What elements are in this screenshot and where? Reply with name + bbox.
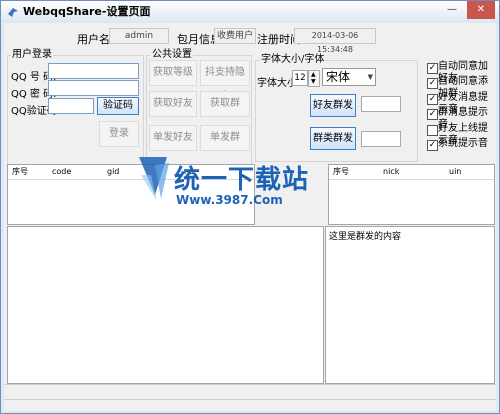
package-field: 收费用户 (214, 28, 256, 44)
column-header-index: 序号 (12, 167, 28, 176)
group-broadcast-input[interactable] (361, 131, 401, 147)
checkbox[interactable]: ✓ (427, 78, 438, 89)
main-window: WebqqShare-设置页面 — ✕ 用户名: admin 包月信息: 收费用… (0, 0, 500, 414)
font-size-spinner[interactable]: ▲ ▼ (308, 70, 320, 87)
status-bar (4, 384, 496, 399)
title-bar[interactable]: WebqqShare-设置页面 — ✕ (1, 1, 499, 23)
username-field: admin (109, 28, 169, 44)
window-title: WebqqShare-设置页面 (23, 5, 151, 18)
log-area[interactable] (7, 226, 324, 384)
get-level-button[interactable]: 获取等级 (149, 60, 197, 86)
font-size-input[interactable]: 12 (292, 70, 308, 86)
minimize-button[interactable]: — (439, 1, 465, 19)
stealth-support-button[interactable]: 抖支持隐身 (200, 60, 250, 102)
checkbox[interactable]: ✓ (427, 63, 438, 74)
column-header-nick: nick (383, 167, 400, 176)
watermark-text: 统一下载站 (174, 165, 310, 195)
get-groups-button[interactable]: 获取群 (200, 91, 250, 117)
checkbox[interactable]: ✓ (427, 109, 438, 120)
font-select[interactable]: 宋体 ▼ (322, 68, 376, 86)
single-send-group-button[interactable]: 单发群 (200, 125, 250, 151)
watermark-url: Www.3987.Com (176, 193, 283, 207)
close-button[interactable]: ✕ (467, 1, 495, 19)
spinner-down-icon[interactable]: ▼ (311, 79, 316, 85)
client-area: 用户名: admin 包月信息: 收费用户 注册时间: 2014-03-06 1… (4, 23, 496, 411)
status-bar-secondary (4, 399, 496, 413)
reg-time-field: 2014-03-06 15:34:48 (294, 28, 376, 54)
message-textarea[interactable]: 这里是群发的内容 (325, 226, 495, 384)
checkbox[interactable]: ✓ (427, 140, 438, 151)
checkbox[interactable]: ✓ (427, 94, 438, 105)
option-label: 系统提示音 (438, 138, 488, 149)
friend-broadcast-button[interactable]: 好友群发 (310, 94, 356, 117)
table-header (329, 165, 494, 180)
bird-icon (8, 8, 18, 17)
qq-password-input[interactable] (48, 80, 139, 96)
font-group-title: 字体大小/字体 (260, 54, 326, 66)
qq-number-input[interactable] (48, 63, 139, 79)
message-text: 这里是群发的内容 (329, 232, 402, 242)
captcha-button[interactable]: 验证码 (97, 97, 139, 115)
captcha-input[interactable] (48, 98, 94, 114)
friend-broadcast-input[interactable] (361, 96, 401, 112)
member-list-table[interactable]: 序号 nick uin (328, 164, 495, 225)
checkbox[interactable] (427, 125, 438, 136)
login-button[interactable]: 登录 (99, 121, 139, 147)
column-header-uin: uin (449, 167, 462, 176)
group-broadcast-button[interactable]: 群类群发 (310, 127, 356, 150)
login-group-title: 用户登录 (11, 49, 53, 61)
chevron-down-icon[interactable]: ▼ (368, 71, 373, 83)
column-header-gid: gid (107, 167, 120, 176)
single-send-friend-button[interactable]: 单发好友 (149, 125, 197, 151)
get-friends-button[interactable]: 获取好友 (149, 91, 197, 117)
font-select-value: 宋体 (326, 70, 351, 84)
column-header-code: code (52, 167, 72, 176)
